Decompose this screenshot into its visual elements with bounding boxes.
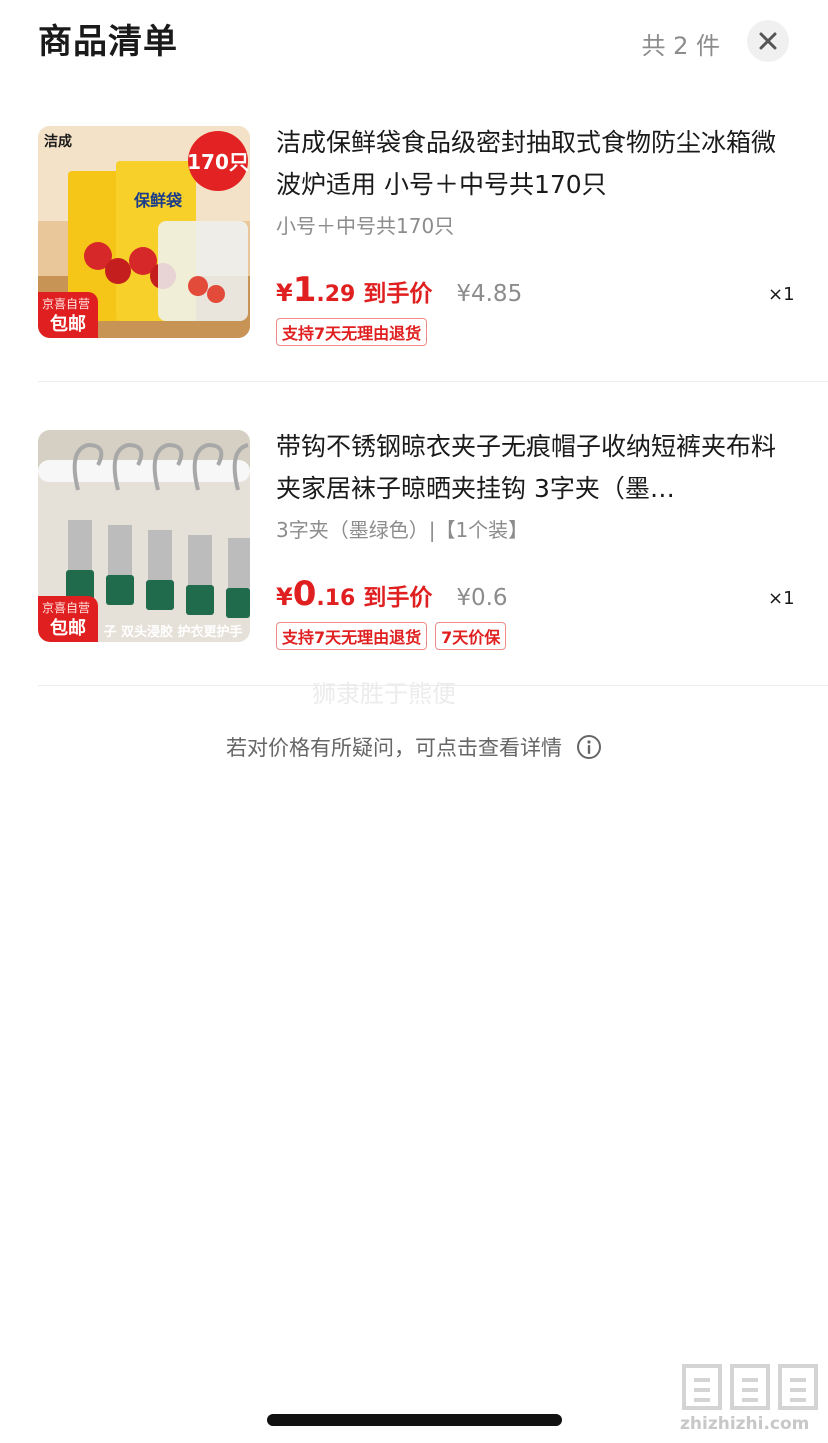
tag-return: 支持7天无理由退货 (276, 622, 428, 650)
badge-main-label: 包邮 (50, 618, 86, 639)
page-title: 商品清单 (38, 22, 178, 62)
item-count: 共 2 件 (641, 32, 720, 60)
badge-main-label: 包邮 (50, 314, 86, 335)
price-label: 到手价 (363, 585, 433, 611)
product-spec: 小号＋中号共170只 (276, 214, 455, 238)
product-name[interactable]: 带钩不锈钢晾衣夹子无痕帽子收纳短裤夹布料夹家居袜子晾晒夹挂钩 3字夹（墨… (276, 426, 776, 510)
price-decimal: .29 (316, 282, 356, 307)
watermark-text: 狮隶胜于熊便 (312, 680, 456, 708)
product-thumbnail[interactable]: 170只 洁成 保鲜袋 京喜自营 包邮 (38, 126, 250, 338)
product-name[interactable]: 洁成保鲜袋食品级密封抽取式食物防尘冰箱微波炉适用 小号＋中号共170只 (276, 122, 776, 206)
thumb-product-text: 保鲜袋 (133, 191, 183, 210)
quantity: ×1 (768, 588, 795, 609)
home-indicator[interactable] (267, 1414, 562, 1426)
product-thumbnail[interactable]: 子 双头浸胶 护衣更护手 京喜自营 包邮 (38, 430, 250, 642)
price-integer: 0 (292, 574, 317, 614)
product-item[interactable]: 170只 洁成 保鲜袋 京喜自营 包邮 洁成保鲜袋食品级密封抽取式食物防尘冰箱微… (38, 78, 828, 382)
price-row: ¥0.16 到手价 ¥0.6 (276, 574, 508, 614)
thumb-brand-text: 洁成 (44, 133, 72, 150)
original-price: ¥4.85 (456, 281, 523, 307)
free-shipping-badge: 京喜自营 包邮 (38, 292, 98, 338)
info-icon[interactable] (576, 734, 602, 765)
price-integer: 1 (292, 270, 317, 310)
price-currency: ¥ (276, 279, 293, 307)
free-shipping-badge: 京喜自营 包邮 (38, 596, 98, 642)
tag-return: 支持7天无理由退货 (276, 318, 428, 346)
price-hint-link[interactable]: 若对价格有所疑问，可点击查看详情 (0, 732, 828, 765)
price-currency: ¥ (276, 583, 293, 611)
sheet-header: 商品清单 共 2 件 (0, 0, 828, 80)
close-icon (759, 32, 777, 50)
thumb-count-text: 170只 (187, 150, 249, 174)
quantity: ×1 (768, 284, 795, 305)
price-label: 到手价 (363, 281, 433, 307)
product-item[interactable]: 子 双头浸胶 护衣更护手 京喜自营 包邮 带钩不锈钢晾衣夹子无痕帽子收纳短裤夹布… (38, 382, 828, 686)
service-tags: 支持7天无理由退货 (276, 318, 435, 346)
close-button[interactable] (747, 20, 789, 62)
thumb-caption-text: 子 双头浸胶 护衣更护手 (103, 624, 242, 640)
price-row: ¥1.29 到手价 ¥4.85 (276, 270, 522, 310)
product-spec: 3字夹（墨绿色）|【1个装】 (276, 518, 529, 542)
original-price: ¥0.6 (456, 585, 508, 611)
price-hint-text: 若对价格有所疑问，可点击查看详情 (226, 736, 562, 760)
price-decimal: .16 (316, 586, 356, 611)
service-tags: 支持7天无理由退货 7天价保 (276, 622, 514, 650)
site-logo (682, 1364, 818, 1410)
tag-price-protect: 7天价保 (435, 622, 507, 650)
site-url: zhizhizhi.com (680, 1414, 810, 1434)
